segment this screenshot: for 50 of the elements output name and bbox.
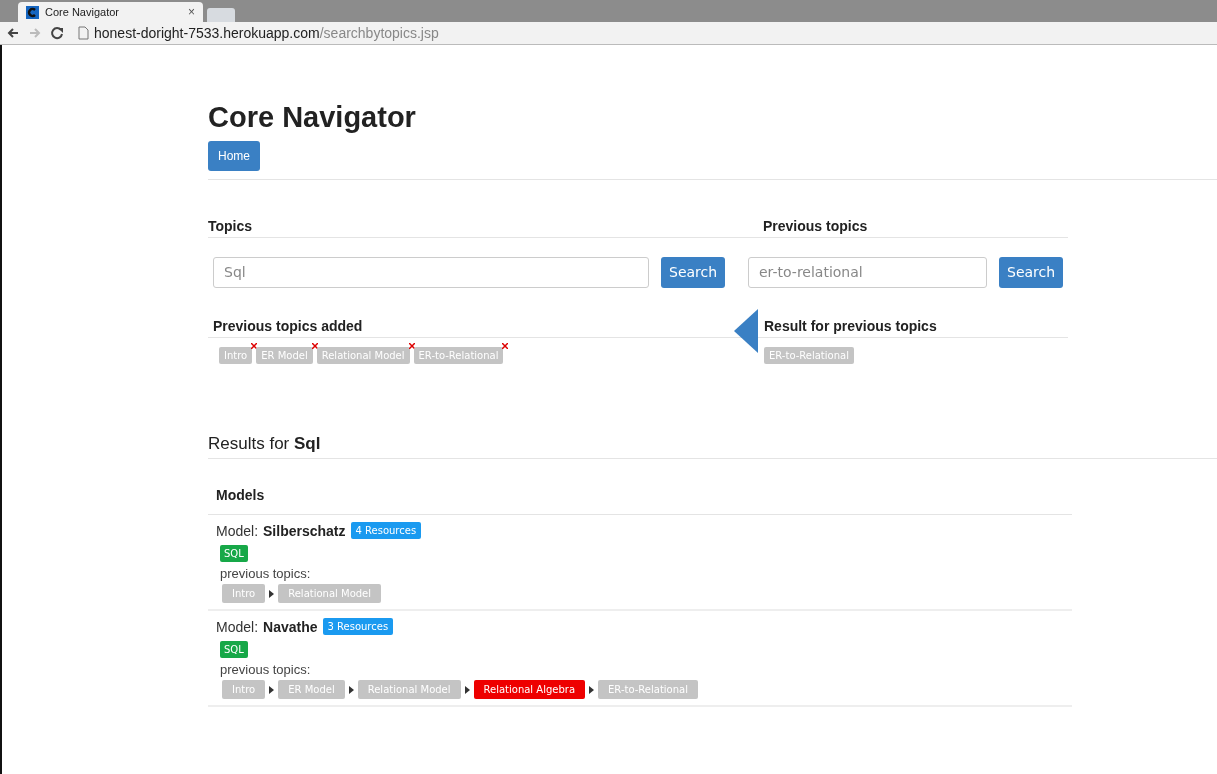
- model-label: Model:: [216, 522, 259, 539]
- arrow-icon: [269, 685, 275, 694]
- search-button[interactable]: Search: [999, 256, 1064, 288]
- previous-topic-input[interactable]: er-to-relational: [748, 256, 987, 288]
- arrow-icon: [269, 589, 275, 598]
- close-icon[interactable]: ×: [188, 5, 195, 19]
- page-icon: [76, 26, 90, 40]
- model-label: Model:: [216, 618, 259, 635]
- search-button[interactable]: Search: [661, 256, 726, 288]
- logo-icon: [26, 5, 39, 19]
- section-heading: Result for previous topics: [763, 318, 938, 336]
- arrow-icon: [589, 685, 595, 694]
- home-button[interactable]: Home: [208, 141, 260, 171]
- reload-icon[interactable]: [50, 26, 64, 40]
- section-heading: Topics: [208, 218, 254, 236]
- section-heading: Models: [215, 487, 266, 505]
- topic-tag: Intro: [219, 347, 253, 364]
- topic-tag: Intro: [222, 584, 266, 603]
- model-name: Silberschatz: [263, 522, 346, 539]
- back-icon[interactable]: [6, 26, 20, 40]
- resources-badge[interactable]: 4 Resources: [350, 522, 422, 539]
- remove-icon[interactable]: [502, 343, 509, 349]
- topic-tag: Relational Algebra: [473, 680, 586, 699]
- triangle-icon: [734, 309, 758, 353]
- topic-tag: Relational Model: [357, 680, 461, 699]
- topic-tag: Relational Model: [316, 347, 410, 364]
- topic-tag: ER-to-Relational: [598, 680, 698, 699]
- topic-tag: Intro: [222, 680, 266, 699]
- topic-tag: ER-to-Relational: [413, 347, 504, 364]
- remove-icon[interactable]: [408, 343, 415, 349]
- page-title: Core Navigator: [208, 101, 417, 135]
- topic-tag: SQL: [220, 545, 248, 562]
- browser-tab[interactable]: Core Navigator ×: [18, 2, 203, 22]
- remove-icon[interactable]: [251, 343, 258, 349]
- topic-tag: SQL: [220, 641, 248, 658]
- section-heading: Previous topics: [762, 218, 869, 236]
- section-heading: Previous topics added: [212, 318, 364, 336]
- arrow-icon: [348, 685, 354, 694]
- topic-input[interactable]: Sql: [213, 256, 649, 288]
- topic-tag: ER-to-Relational: [764, 347, 854, 364]
- results-title: Results for Sql: [208, 434, 322, 455]
- topic-tag: Relational Model: [278, 584, 382, 603]
- topic-tag: ER Model: [256, 347, 313, 364]
- resources-badge[interactable]: 3 Resources: [322, 618, 394, 635]
- topic-tag: ER Model: [278, 680, 345, 699]
- path-label: previous topics:: [220, 662, 312, 677]
- arrow-icon: [464, 685, 470, 694]
- model-name: Navathe: [263, 618, 318, 635]
- path-label: previous topics:: [220, 566, 312, 581]
- remove-icon[interactable]: [311, 343, 318, 349]
